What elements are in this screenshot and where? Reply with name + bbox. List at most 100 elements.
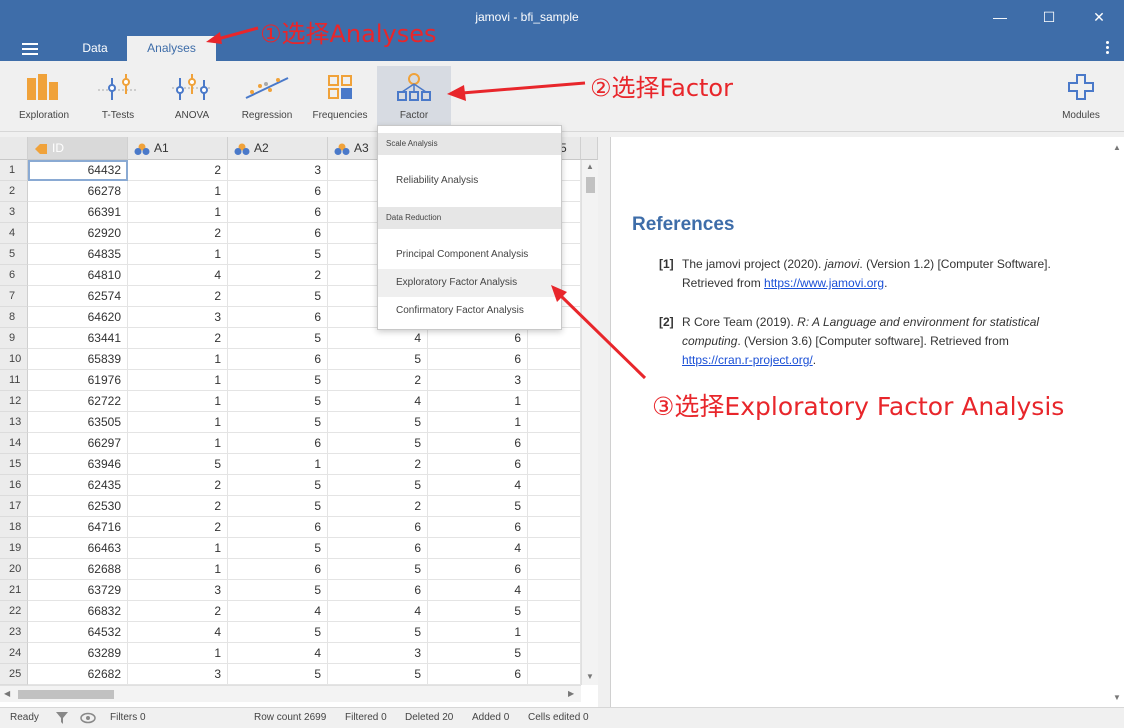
row-number[interactable]: 10 xyxy=(0,349,28,370)
horizontal-scrollbar[interactable]: ◀ ▶ xyxy=(0,685,581,702)
row-number[interactable]: 25 xyxy=(0,664,28,685)
menu-item-exploratory-factor-analysis[interactable]: Exploratory Factor Analysis xyxy=(378,269,561,297)
table-cell[interactable]: 5 xyxy=(228,328,328,349)
table-cell[interactable]: 63441 xyxy=(28,328,128,349)
vertical-scrollbar[interactable]: ▲ ▼ xyxy=(581,160,598,685)
table-cell[interactable] xyxy=(528,643,581,664)
row-number[interactable]: 3 xyxy=(0,202,28,223)
table-cell[interactable]: 63946 xyxy=(28,454,128,475)
row-number[interactable]: 5 xyxy=(0,244,28,265)
menu-item-reliability-analysis[interactable]: Reliability Analysis xyxy=(378,167,561,195)
table-cell[interactable] xyxy=(528,601,581,622)
table-cell[interactable]: 66463 xyxy=(28,538,128,559)
table-cell[interactable]: 6 xyxy=(228,349,328,370)
table-cell[interactable]: 5 xyxy=(228,580,328,601)
table-cell[interactable]: 63289 xyxy=(28,643,128,664)
table-cell[interactable]: 62574 xyxy=(28,286,128,307)
table-cell[interactable]: 6 xyxy=(328,538,428,559)
row-number[interactable]: 14 xyxy=(0,433,28,454)
table-cell[interactable]: 3 xyxy=(128,664,228,685)
anova-button[interactable]: ANOVA xyxy=(162,66,222,128)
table-cell[interactable]: 3 xyxy=(428,370,528,391)
table-cell[interactable]: 3 xyxy=(328,643,428,664)
table-cell[interactable]: 1 xyxy=(128,370,228,391)
table-cell[interactable] xyxy=(528,454,581,475)
row-number[interactable]: 11 xyxy=(0,370,28,391)
table-cell[interactable]: 4 xyxy=(328,391,428,412)
table-cell[interactable] xyxy=(528,475,581,496)
table-cell[interactable]: 1 xyxy=(228,454,328,475)
table-cell[interactable]: 6 xyxy=(228,559,328,580)
table-cell[interactable]: 66297 xyxy=(28,433,128,454)
table-cell[interactable]: 2 xyxy=(228,265,328,286)
table-cell[interactable]: 2 xyxy=(328,370,428,391)
scroll-up-arrow-icon[interactable]: ▲ xyxy=(586,162,594,171)
table-cell[interactable]: 2 xyxy=(128,328,228,349)
table-cell[interactable]: 5 xyxy=(328,559,428,580)
scroll-right-arrow-icon[interactable]: ▶ xyxy=(568,689,574,698)
row-number[interactable]: 1 xyxy=(0,160,28,181)
table-cell[interactable]: 1 xyxy=(128,643,228,664)
row-number[interactable]: 19 xyxy=(0,538,28,559)
scroll-down-arrow-icon[interactable]: ▼ xyxy=(1113,693,1121,702)
table-cell[interactable]: 66832 xyxy=(28,601,128,622)
table-cell[interactable]: 1 xyxy=(128,244,228,265)
table-cell[interactable]: 5 xyxy=(428,601,528,622)
table-cell[interactable]: 5 xyxy=(428,496,528,517)
row-number[interactable]: 4 xyxy=(0,223,28,244)
table-cell[interactable]: 4 xyxy=(228,601,328,622)
table-cell[interactable]: 61976 xyxy=(28,370,128,391)
row-number[interactable]: 13 xyxy=(0,412,28,433)
table-cell[interactable] xyxy=(528,328,581,349)
table-cell[interactable]: 64532 xyxy=(28,622,128,643)
eye-icon[interactable] xyxy=(80,712,96,724)
row-number[interactable]: 6 xyxy=(0,265,28,286)
table-cell[interactable]: 4 xyxy=(328,328,428,349)
column-header-a2[interactable]: A2 xyxy=(228,137,328,160)
table-cell[interactable] xyxy=(528,580,581,601)
table-cell[interactable]: 5 xyxy=(328,349,428,370)
menu-item-principal-component-analysis[interactable]: Principal Component Analysis xyxy=(378,241,561,269)
table-cell[interactable]: 4 xyxy=(128,265,228,286)
frequencies-button[interactable]: Frequencies xyxy=(308,66,372,128)
table-cell[interactable]: 5 xyxy=(328,664,428,685)
row-number[interactable]: 17 xyxy=(0,496,28,517)
table-cell[interactable] xyxy=(528,391,581,412)
table-cell[interactable]: 4 xyxy=(228,643,328,664)
row-number[interactable]: 8 xyxy=(0,307,28,328)
table-cell[interactable]: 4 xyxy=(428,580,528,601)
factor-button[interactable]: Factor xyxy=(377,66,451,128)
table-cell[interactable]: 5 xyxy=(328,622,428,643)
table-cell[interactable]: 6 xyxy=(428,349,528,370)
exploration-button[interactable]: Exploration xyxy=(12,66,76,128)
table-cell[interactable]: 1 xyxy=(128,202,228,223)
table-cell[interactable]: 2 xyxy=(128,475,228,496)
table-cell[interactable]: 2 xyxy=(128,160,228,181)
close-button[interactable]: ✕ xyxy=(1084,4,1114,30)
table-cell[interactable]: 4 xyxy=(428,538,528,559)
table-cell[interactable]: 62682 xyxy=(28,664,128,685)
table-cell[interactable] xyxy=(528,517,581,538)
table-cell[interactable] xyxy=(528,538,581,559)
table-cell[interactable]: 6 xyxy=(428,517,528,538)
table-cell[interactable]: 1 xyxy=(128,559,228,580)
table-cell[interactable]: 5 xyxy=(328,475,428,496)
table-cell[interactable]: 1 xyxy=(128,433,228,454)
cran-link[interactable]: https://cran.r-project.org/ xyxy=(682,353,813,367)
row-number[interactable]: 18 xyxy=(0,517,28,538)
scroll-up-arrow-icon[interactable]: ▲ xyxy=(1113,143,1121,152)
table-cell[interactable]: 5 xyxy=(228,496,328,517)
table-cell[interactable]: 62920 xyxy=(28,223,128,244)
scroll-down-arrow-icon[interactable]: ▼ xyxy=(586,672,594,681)
table-cell[interactable]: 64432 xyxy=(28,160,128,181)
table-cell[interactable]: 1 xyxy=(128,391,228,412)
table-cell[interactable]: 64835 xyxy=(28,244,128,265)
scroll-thumb[interactable] xyxy=(586,177,595,193)
table-cell[interactable]: 6 xyxy=(428,454,528,475)
table-cell[interactable]: 4 xyxy=(128,622,228,643)
maximize-button[interactable]: ☐ xyxy=(1034,4,1064,30)
row-number[interactable]: 21 xyxy=(0,580,28,601)
table-cell[interactable]: 5 xyxy=(428,643,528,664)
table-cell[interactable]: 5 xyxy=(328,412,428,433)
table-cell[interactable]: 1 xyxy=(128,349,228,370)
